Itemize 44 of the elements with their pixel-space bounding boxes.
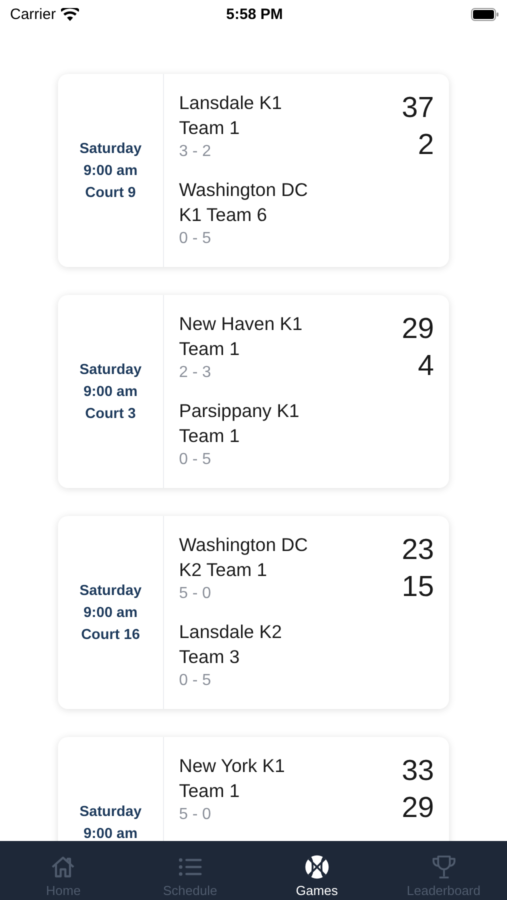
team-score: 37	[402, 91, 434, 126]
team-name: Lansdale K2 Team 3	[179, 620, 283, 669]
team-name: Washington DC K2 Team 1	[179, 533, 309, 582]
team-name: New Haven K1 Team 1	[179, 312, 304, 361]
game-day: Saturday	[79, 358, 142, 380]
team-name: New York K1 Team 1	[179, 754, 286, 803]
team-record: 0 - 5	[179, 671, 212, 691]
game-day: Saturday	[79, 580, 142, 602]
team-name: Lansdale K1 Team 1	[179, 91, 283, 140]
game-card[interactable]: Saturday 9:00 am New York K1 Team 1 5 - 0 33 29	[58, 737, 449, 841]
game-time: 9:00 am	[83, 382, 138, 402]
game-card[interactable]: Saturday 9:00 am Court 9 Lansdale K1 Team 1 3 - 2 Washington DC K1 Team 6 0 - 5 37 2	[58, 74, 449, 267]
game-time: 9:00 am	[83, 604, 138, 622]
team-score: 15	[402, 570, 434, 605]
game-day: Saturday	[79, 800, 142, 822]
tab-item[interactable]: Games	[254, 841, 380, 900]
basketball-icon	[302, 853, 331, 881]
team-record: 5 - 0	[179, 584, 212, 604]
game-card[interactable]: Saturday 9:00 am Court 16 Washington DC K2 Team 1 5 - 0 Lansdale K2 Team 3 0 - 5 23 15	[58, 516, 449, 709]
clock-time: 5:58 PM	[226, 6, 283, 22]
team-name: Washington DC K1 Team 6	[179, 178, 309, 227]
trophy-icon	[430, 853, 458, 881]
team-name: Parsippany K1 Team 1	[179, 399, 300, 448]
court-label: Court 9	[85, 184, 136, 202]
team-score: 2	[418, 128, 434, 163]
team-score: 23	[402, 533, 434, 568]
game-card[interactable]: Saturday 9:00 am Court 3 New Haven K1 Team 1 2 - 3 Parsippany K1 Team 1 0 - 5 29 4	[58, 295, 449, 488]
team-record: 0 - 5	[179, 229, 212, 249]
game-day: Saturday	[79, 138, 142, 160]
team-record: 3 - 2	[179, 142, 212, 162]
team-score: 29	[402, 312, 434, 347]
team-record: 0 - 5	[179, 450, 212, 470]
team-record: 5 - 0	[179, 805, 212, 825]
team-score: 29	[402, 791, 434, 826]
team-record: 2 - 3	[179, 363, 212, 383]
court-label: Court 3	[85, 404, 136, 424]
game-time: 9:00 am	[83, 824, 138, 841]
game-time: 9:00 am	[83, 162, 138, 180]
battery-icon	[471, 8, 500, 20]
team-score: 33	[402, 754, 434, 789]
court-label: Court 16	[81, 626, 140, 644]
team-score: 4	[418, 349, 434, 384]
wifi-icon	[60, 8, 79, 20]
carrier-label: Carrier	[10, 6, 56, 22]
